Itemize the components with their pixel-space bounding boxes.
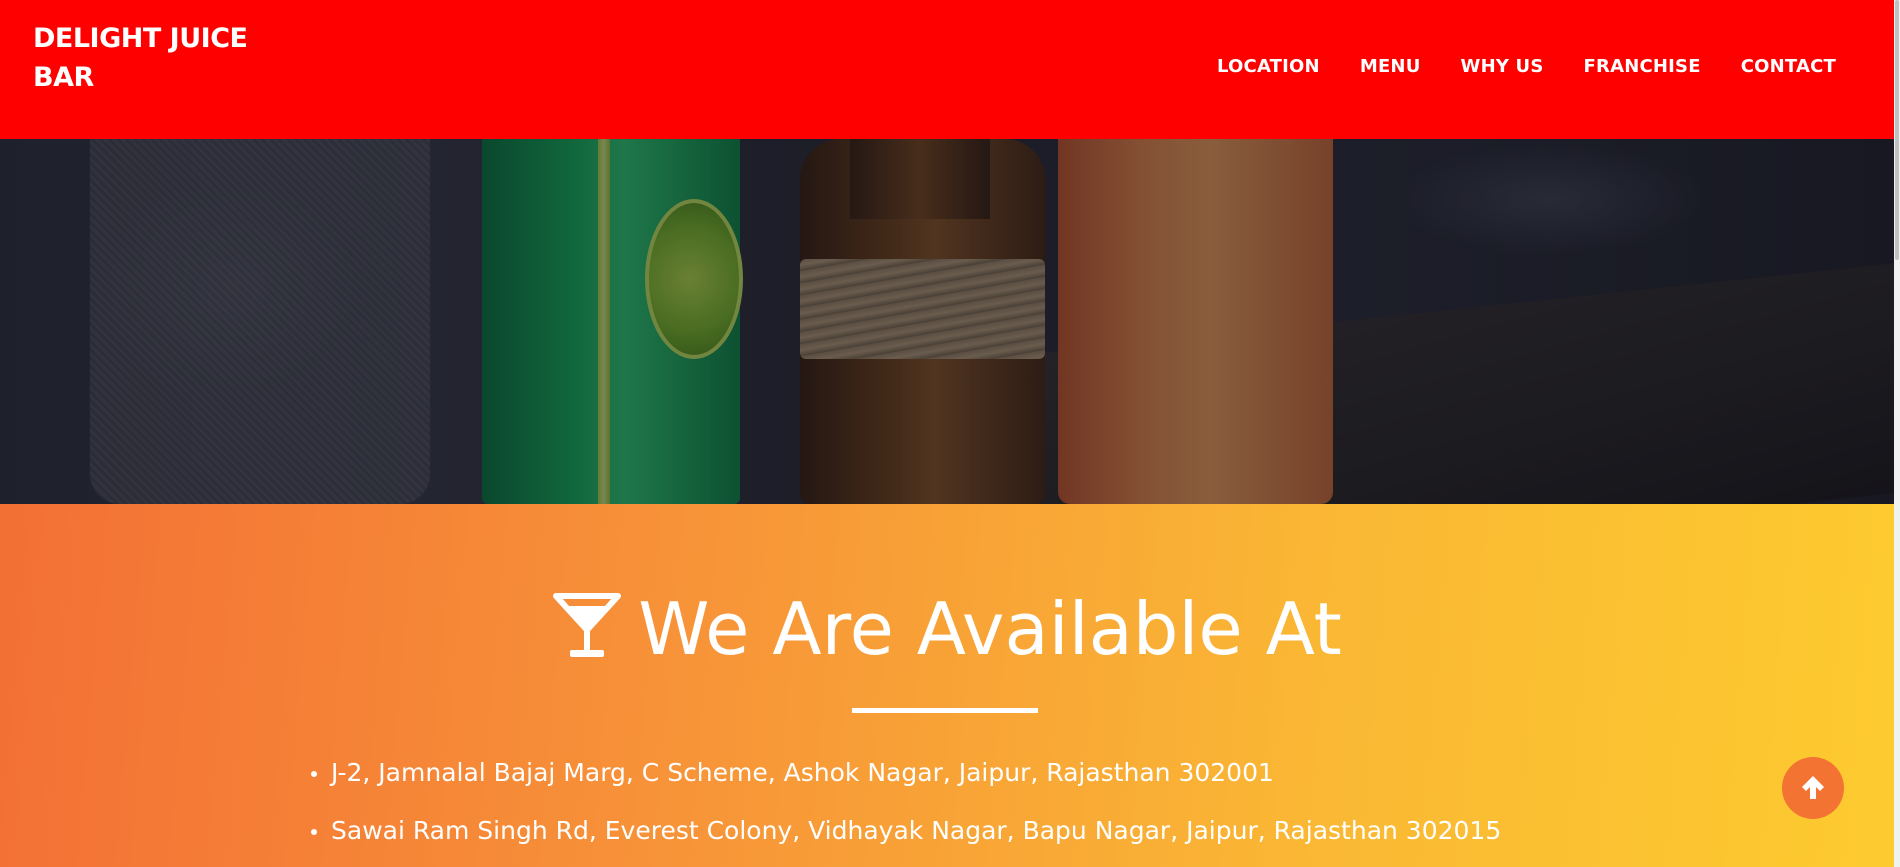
back-to-top-button[interactable] [1782,757,1844,819]
arrow-up-icon [1799,773,1827,804]
scrollbar-thumb[interactable] [1895,0,1899,260]
nav-item-franchise: FRANCHISE [1584,56,1701,77]
nav-item-why-us: WHY US [1461,56,1544,77]
locations-heading-text: We Are Available At [638,587,1342,671]
nav-link-franchise[interactable]: FRANCHISE [1584,56,1701,77]
locations-heading: We Are Available At [0,592,1894,673]
navbar: DELIGHT JUICE BAR LOCATION MENU WHY US F… [0,0,1894,139]
locations-section: We Are Available At J-2, Jamnalal Bajaj … [0,504,1894,867]
nav-links: LOCATION MENU WHY US FRANCHISE CONTACT [1217,56,1836,77]
cocktail-glass-icon [552,592,622,673]
hero-dark-overlay [0,139,1894,504]
hero-banner [0,139,1894,504]
nav-item-location: LOCATION [1217,56,1320,77]
address-item: Sawai Ram Singh Rd, Everest Colony, Vidh… [305,802,1501,860]
nav-item-menu: MENU [1360,56,1421,77]
address-list: J-2, Jamnalal Bajaj Marg, C Scheme, Asho… [305,744,1501,860]
nav-link-menu[interactable]: MENU [1360,56,1421,77]
nav-link-contact[interactable]: CONTACT [1741,56,1836,77]
heading-underline [852,708,1038,713]
nav-link-location[interactable]: LOCATION [1217,56,1320,77]
address-item: J-2, Jamnalal Bajaj Marg, C Scheme, Asho… [305,744,1501,802]
brand-logo[interactable]: DELIGHT JUICE BAR [33,19,273,97]
nav-link-why-us[interactable]: WHY US [1461,56,1544,77]
nav-item-contact: CONTACT [1741,56,1836,77]
